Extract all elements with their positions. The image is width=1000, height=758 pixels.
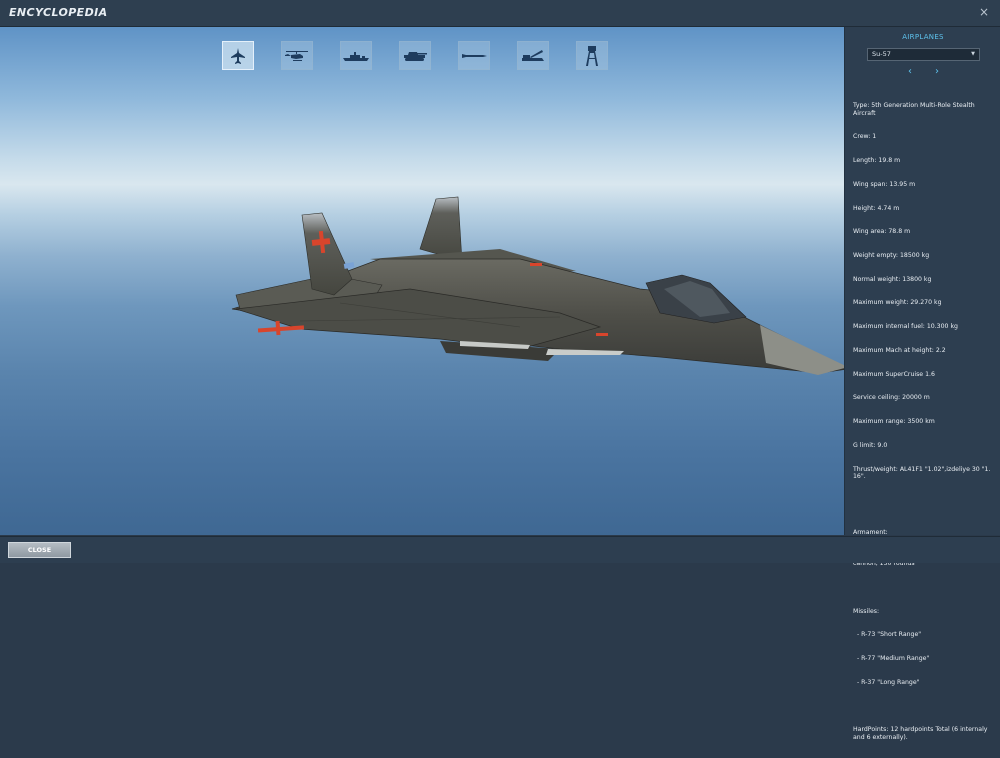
spec-text: Type: 5th Generation Multi-Role Stealth … xyxy=(853,86,997,758)
spec-line: Height: 4.74 m xyxy=(853,204,900,212)
close-icon[interactable]: × xyxy=(977,5,991,19)
category-ships-button[interactable] xyxy=(340,41,372,70)
chevron-down-icon: ▼ xyxy=(971,51,975,57)
far-vertical-fin xyxy=(419,196,463,262)
category-tanks-button[interactable] xyxy=(399,41,431,70)
tank-icon xyxy=(404,51,427,61)
spec-line: Crew: 1 xyxy=(853,133,877,141)
missile-launcher-icon xyxy=(522,49,544,61)
spec-line: Maximum Mach at height: 2.2 xyxy=(853,346,946,354)
title-bar: ENCYCLOPEDIA × xyxy=(0,0,1000,27)
spec-line: Wing area: 78.8 m xyxy=(853,228,911,236)
missile-icon xyxy=(462,53,487,58)
category-structures-button[interactable] xyxy=(576,41,608,70)
spec-line: Normal weight: 13800 kg xyxy=(853,275,932,283)
spec-line: Maximum SuperCruise 1.6 xyxy=(853,370,935,378)
tail-insignia xyxy=(343,262,355,269)
category-missiles-button[interactable] xyxy=(458,41,490,70)
aircraft-viewport xyxy=(0,27,844,535)
previous-arrow-icon[interactable]: ‹ xyxy=(904,66,916,78)
missile-line: - R-77 "Medium Range" xyxy=(853,655,930,663)
spec-line: Weight empty: 18500 kg xyxy=(853,252,930,260)
jet-fighter-icon xyxy=(231,47,245,64)
tower-icon xyxy=(586,45,598,66)
aircraft-select[interactable]: Su-57 ▼ xyxy=(867,48,980,61)
ship-icon xyxy=(343,51,369,61)
category-heading: AIRPLANES xyxy=(902,33,944,41)
close-button[interactable]: CLOSE xyxy=(8,542,71,558)
helicopter-icon xyxy=(285,50,308,61)
category-launchers-button[interactable] xyxy=(517,41,549,70)
spec-line: Maximum internal fuel: 10.300 kg xyxy=(853,323,958,331)
category-bar xyxy=(222,41,635,71)
spec-line: Length: 19.8 m xyxy=(853,157,901,165)
aircraft-select-value: Su-57 xyxy=(872,50,891,58)
spec-line: Thrust/weight: AL41F1 "1.02",izdeliye 30… xyxy=(853,465,993,481)
missile-line: - R-37 "Long Range" xyxy=(853,678,920,686)
spec-line: Service ceiling: 20000 m xyxy=(853,394,930,402)
info-panel: AIRPLANES Su-57 ▼ ‹ › Type: 5th Generati… xyxy=(844,27,1000,741)
spec-line: Wing span: 13.95 m xyxy=(853,180,916,188)
missiles-label: Missiles: xyxy=(853,607,880,615)
missile-line: - R-73 "Short Range" xyxy=(853,631,922,639)
footer-bar: CLOSE xyxy=(0,536,1000,563)
window-title: ENCYCLOPEDIA xyxy=(9,6,108,19)
spec-line: Maximum weight: 29.270 kg xyxy=(853,299,942,307)
spec-line: Maximum range: 3500 km xyxy=(853,418,935,426)
next-arrow-icon[interactable]: › xyxy=(931,66,943,78)
category-helicopters-button[interactable] xyxy=(281,41,313,70)
spec-line: Type: 5th Generation Multi-Role Stealth … xyxy=(853,101,977,117)
category-airplanes-button[interactable] xyxy=(222,41,254,70)
su57-render xyxy=(231,196,844,375)
spec-line: G limit: 9.0 xyxy=(853,441,888,449)
hardpoints-line: HardPoints: 12 hardpoints Total (6 inter… xyxy=(853,726,990,742)
